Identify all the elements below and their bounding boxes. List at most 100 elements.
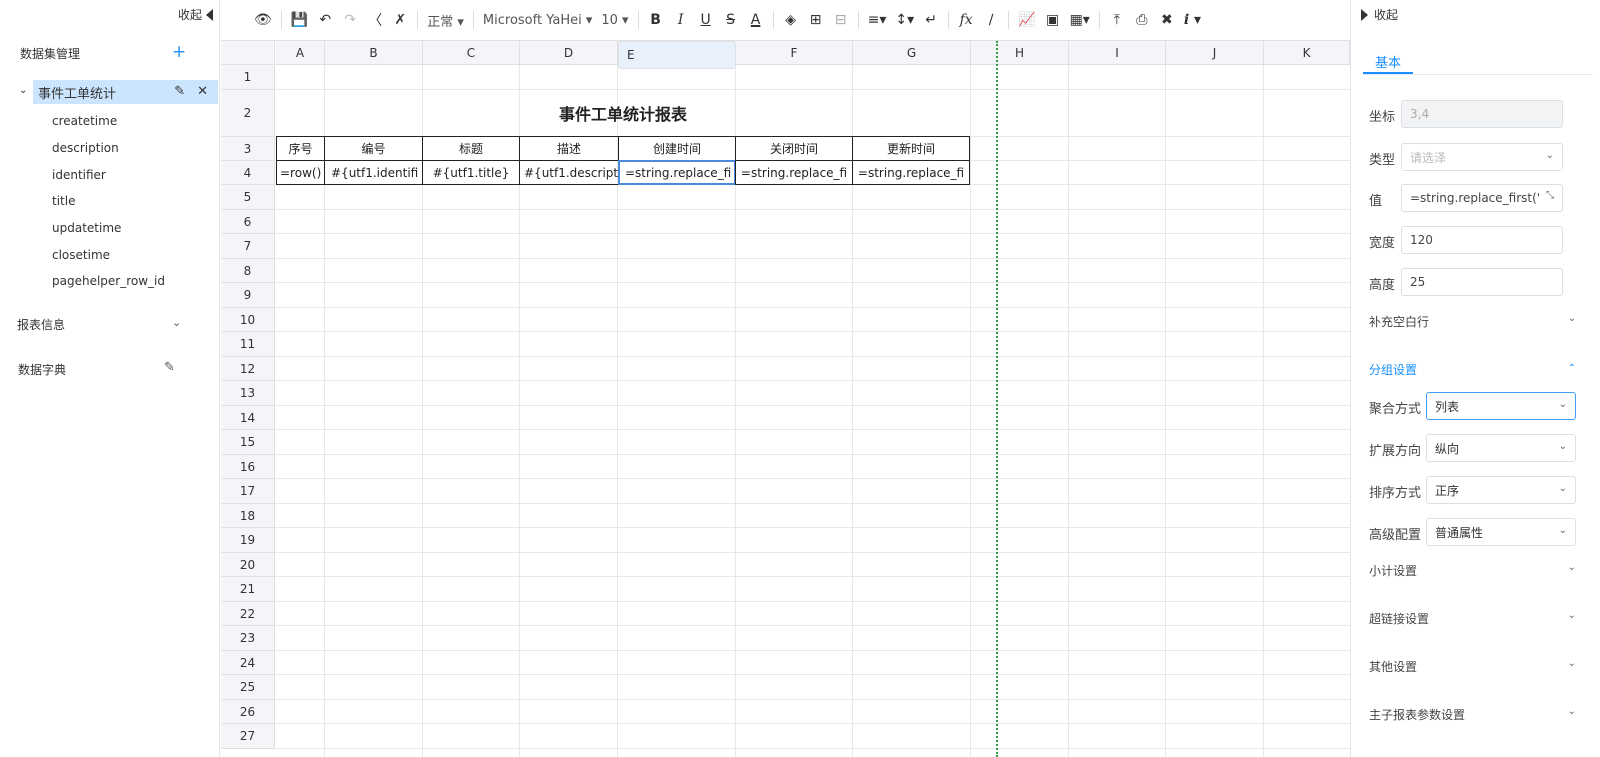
row-header[interactable]: 6 (221, 210, 275, 234)
ruler-icon[interactable]: ∕ (983, 12, 999, 28)
sort-select[interactable]: 正序 ⌄ (1426, 476, 1576, 504)
row-header[interactable]: 14 (221, 406, 275, 430)
row-header[interactable]: 23 (221, 626, 275, 651)
preview-icon[interactable]: 👁 (254, 12, 272, 28)
value-cell[interactable]: =row() (276, 160, 325, 185)
report-info-toggle[interactable]: 报表信息 (17, 316, 65, 333)
edit-icon[interactable]: ✎ (174, 84, 185, 99)
row-header[interactable]: 22 (221, 602, 275, 626)
row-header[interactable]: 18 (221, 504, 275, 528)
agg-select[interactable]: 列表 ⌄ (1426, 392, 1576, 420)
header-cell[interactable]: 创建时间 (618, 136, 736, 161)
row-header[interactable]: 16 (221, 455, 275, 479)
column-header[interactable]: E (618, 41, 736, 69)
hyperlink-section[interactable]: 超链接设置 ⌄ (1369, 610, 1584, 627)
row-header[interactable]: 3 (221, 137, 275, 161)
row-header[interactable]: 13 (221, 381, 275, 406)
corner-cell[interactable] (221, 41, 275, 65)
value-cell[interactable]: =string.replace_fi (735, 160, 853, 185)
value-cell[interactable]: #{utf1.identifi (324, 160, 423, 185)
field-item[interactable]: createtime (52, 114, 117, 128)
collapse-left-button[interactable]: 收起 (178, 6, 213, 23)
row-header[interactable]: 2 (221, 90, 275, 137)
row-header[interactable]: 5 (221, 185, 275, 210)
subtotal-section[interactable]: 小计设置 ⌄ (1369, 562, 1584, 579)
collapse-right-button[interactable]: 收起 (1361, 6, 1398, 23)
clear-format-icon[interactable]: ✗ (392, 12, 408, 28)
chevron-down-icon[interactable]: ⌄ (19, 85, 27, 96)
field-item[interactable]: description (52, 141, 119, 155)
fill-color-icon[interactable]: ◈ (783, 12, 799, 28)
print-icon[interactable]: ⎙ (1134, 12, 1150, 28)
format-painter-icon[interactable]: 〈 (367, 10, 383, 30)
row-header[interactable]: 27 (221, 724, 275, 749)
column-header[interactable]: F (736, 41, 853, 65)
function-icon[interactable]: fx (958, 12, 974, 28)
row-header[interactable]: 10 (221, 308, 275, 332)
header-cell[interactable]: 标题 (422, 136, 520, 161)
barcode-icon[interactable]: ▦▾ (1070, 12, 1090, 28)
row-header[interactable]: 19 (221, 528, 275, 553)
undo-icon[interactable]: ↶ (317, 12, 333, 28)
bold-icon[interactable]: B (648, 12, 664, 28)
column-header[interactable]: K (1264, 41, 1350, 65)
column-header[interactable]: J (1166, 41, 1264, 65)
fill-blank-section[interactable]: 补充空白行 ⌄ (1369, 313, 1584, 330)
value-input[interactable]: =string.replace_first('#{t ⤡ (1401, 184, 1563, 212)
header-cell[interactable]: 序号 (276, 136, 325, 161)
coord-input[interactable]: 3,4 (1401, 100, 1563, 128)
header-cell[interactable]: 描述 (519, 136, 619, 161)
tools-icon[interactable]: ✖ (1159, 12, 1175, 28)
dataset-item[interactable]: 事件工单统计 ✎ ✕ (33, 80, 218, 104)
border-icon[interactable]: ⊞ (808, 12, 824, 28)
header-cell[interactable]: 关闭时间 (735, 136, 853, 161)
image-icon[interactable]: ▣ (1045, 12, 1061, 28)
underline-icon[interactable]: U (698, 12, 714, 28)
column-header[interactable]: B (325, 41, 423, 65)
height-input[interactable]: 25 (1401, 268, 1563, 296)
merge-cells-icon[interactable]: ⊟ (833, 12, 849, 28)
expand-icon[interactable]: ⤡ (1546, 190, 1554, 201)
row-header[interactable]: 25 (221, 675, 275, 700)
adv-select[interactable]: 普通属性 ⌄ (1426, 518, 1576, 546)
save-icon[interactable]: 💾 (291, 12, 308, 28)
field-item[interactable]: identifier (52, 168, 106, 182)
font-select[interactable]: Microsoft YaHei ▾ (483, 13, 592, 28)
chart-icon[interactable]: 📈 (1018, 12, 1035, 28)
row-header[interactable]: 26 (221, 700, 275, 724)
row-header[interactable]: 21 (221, 577, 275, 602)
field-item[interactable]: updatetime (52, 221, 121, 235)
style-select[interactable]: 正常 ▾ (427, 11, 464, 30)
strikethrough-icon[interactable]: S (723, 12, 739, 28)
selected-cell[interactable]: =string.replace_fi (618, 160, 736, 185)
valign-icon[interactable]: ↕▾ (895, 12, 914, 28)
column-header[interactable]: G (853, 41, 971, 65)
expand-select[interactable]: 纵向 ⌄ (1426, 434, 1576, 462)
spreadsheet-grid[interactable]: ABCDEFGHIJK 1 2 3 4 5 6 7 8 9 10 11 12 13 14 15 16 17 18 1… (221, 41, 1350, 757)
column-header[interactable]: H (971, 41, 1069, 65)
font-color-icon[interactable]: A (748, 12, 764, 28)
add-dataset-icon[interactable]: + (172, 44, 186, 61)
redo-icon[interactable]: ↷ (342, 12, 358, 28)
row-header[interactable]: 4 (221, 161, 275, 185)
group-settings-section[interactable]: 分组设置 ⌃ (1369, 361, 1584, 378)
master-sub-section[interactable]: 主子报表参数设置 ⌄ (1369, 706, 1584, 723)
field-item[interactable]: pagehelper_row_id (52, 274, 165, 288)
value-cell[interactable]: =string.replace_fi (852, 160, 970, 185)
field-item[interactable]: title (52, 194, 75, 208)
chevron-down-icon[interactable]: ⌄ (172, 316, 181, 329)
column-header[interactable]: C (423, 41, 520, 65)
row-header[interactable]: 20 (221, 553, 275, 577)
row-header[interactable]: 1 (221, 65, 275, 90)
row-header[interactable]: 7 (221, 234, 275, 259)
info-icon[interactable]: i ▾ (1184, 12, 1201, 28)
column-header[interactable]: A (276, 41, 325, 65)
row-header[interactable]: 8 (221, 259, 275, 283)
edit-dictionary-icon[interactable]: ✎ (164, 360, 175, 375)
header-cell[interactable]: 更新时间 (852, 136, 970, 161)
row-header[interactable]: 12 (221, 357, 275, 381)
header-cell[interactable]: 编号 (324, 136, 423, 161)
align-icon[interactable]: ≡▾ (868, 12, 887, 28)
upload-icon[interactable]: ⤒ (1109, 12, 1125, 28)
field-item[interactable]: closetime (52, 248, 110, 262)
